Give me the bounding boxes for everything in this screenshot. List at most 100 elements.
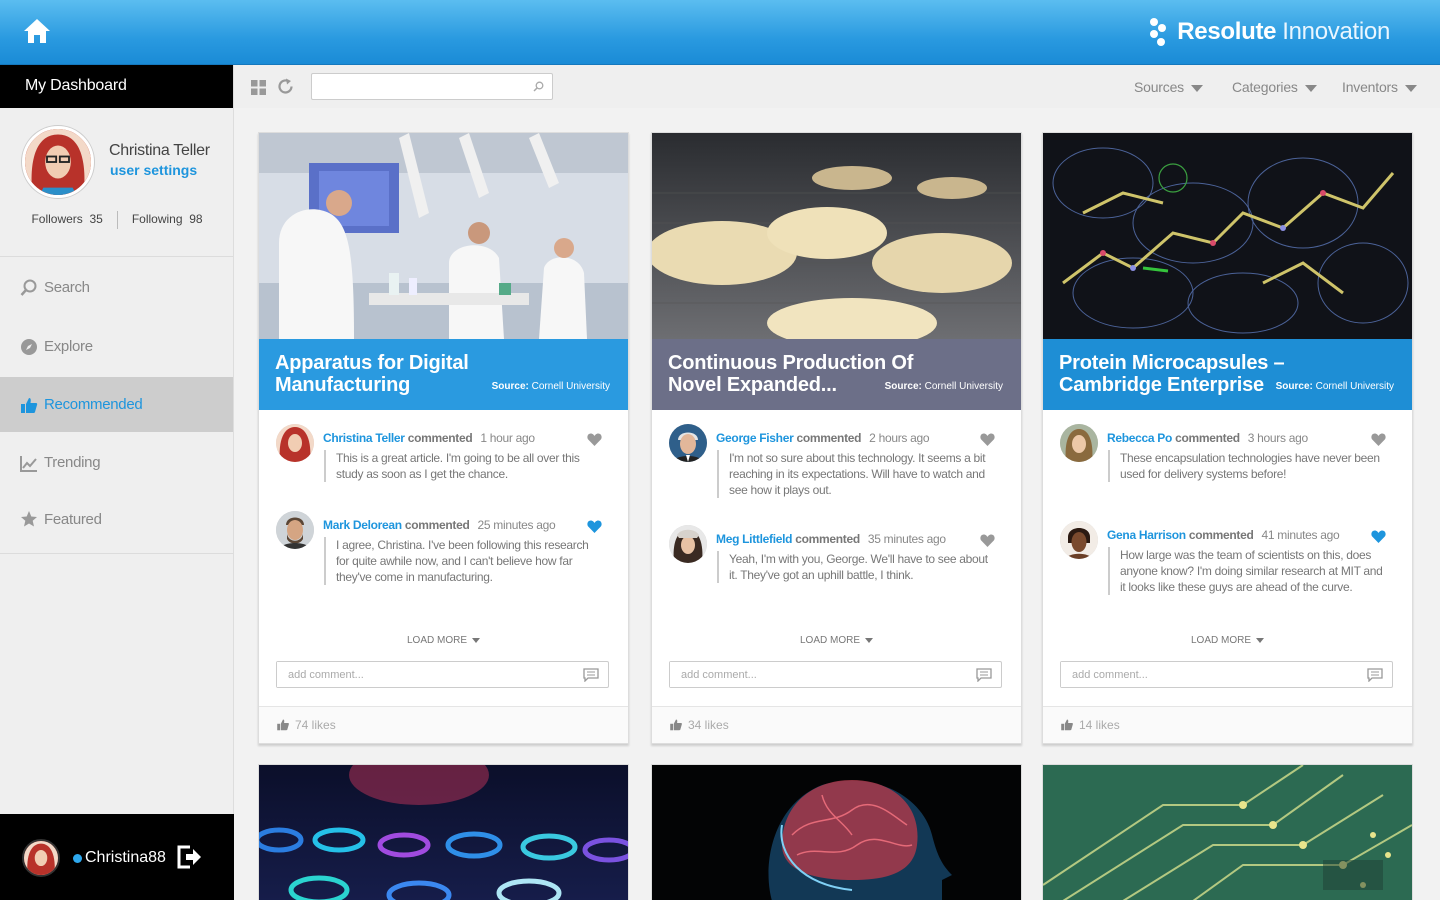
sidebar-item-trending[interactable]: Trending xyxy=(0,432,233,493)
caret-down-icon xyxy=(472,637,480,643)
commenter-avatar[interactable] xyxy=(669,424,707,462)
likes-bar: 14 likes xyxy=(1043,706,1412,743)
add-comment-input[interactable] xyxy=(1061,662,1351,687)
thumbs-up-icon[interactable] xyxy=(669,718,683,731)
sidebar-item-search[interactable]: Search xyxy=(0,259,233,316)
source-label: Source: xyxy=(491,381,529,392)
source-name: Cornell University xyxy=(924,381,1003,392)
comment-verb: commented xyxy=(1188,528,1254,542)
article-image[interactable] xyxy=(652,133,1021,339)
search-input[interactable] xyxy=(312,74,522,99)
article-title[interactable]: Protein Microcapsules – Cambridge Enterp… xyxy=(1059,352,1289,396)
user-settings-link[interactable]: user settings xyxy=(110,162,197,178)
commenter-avatar[interactable] xyxy=(669,525,707,563)
article-image[interactable] xyxy=(259,765,628,900)
commenter-name[interactable]: Gena Harrison xyxy=(1107,528,1186,542)
likes-bar: 74 likes xyxy=(259,706,628,743)
commenter-name[interactable]: Mark Delorean xyxy=(323,518,402,532)
heart-icon[interactable] xyxy=(980,534,995,547)
article-image[interactable] xyxy=(1043,133,1412,339)
dropdown-label: Categories xyxy=(1232,79,1298,95)
comment-bubble-icon[interactable] xyxy=(583,668,599,682)
comment-header: Meg Littlefield commented 35 minutes ago xyxy=(716,532,946,546)
heart-icon[interactable] xyxy=(587,520,602,533)
comment-verb: commented xyxy=(407,431,473,445)
commenter-name[interactable]: Meg Littlefield xyxy=(716,532,792,546)
commenter-avatar[interactable] xyxy=(276,511,314,549)
logout-icon[interactable] xyxy=(176,845,202,869)
load-more-button[interactable]: LOAD MORE xyxy=(259,635,628,646)
thumbs-up-icon[interactable] xyxy=(1060,718,1074,731)
following-label: Following xyxy=(131,212,183,226)
article-title-bar[interactable]: Protein Microcapsules – Cambridge Enterp… xyxy=(1043,339,1412,410)
caret-down-icon xyxy=(1190,84,1203,92)
comment-bubble-icon[interactable] xyxy=(1367,668,1383,682)
search-icon xyxy=(20,279,37,296)
current-user-bar: Christina88 xyxy=(0,814,234,900)
article-card: Continuous Production Of Novel Expanded.… xyxy=(651,132,1022,744)
inventors-dropdown[interactable]: Inventors xyxy=(1342,79,1417,95)
commenter-avatar[interactable] xyxy=(276,424,314,462)
sources-dropdown[interactable]: Sources xyxy=(1134,79,1203,95)
article-source: Source: Cornell University xyxy=(885,381,1003,392)
sidebar-nav: Search Explore Recommended Trending Feat… xyxy=(0,257,233,554)
commenter-name[interactable]: George Fisher xyxy=(716,431,794,445)
heart-icon[interactable] xyxy=(1371,433,1386,446)
search-icon[interactable] xyxy=(533,81,544,92)
heart-icon[interactable] xyxy=(1371,530,1386,543)
heart-icon[interactable] xyxy=(587,433,602,446)
following-stat[interactable]: Following 98 xyxy=(118,212,217,229)
heart-icon[interactable] xyxy=(980,433,995,446)
add-comment-box xyxy=(669,661,1002,688)
comment-bubble-icon[interactable] xyxy=(976,668,992,682)
article-title[interactable]: Apparatus for Digital Manufacturing xyxy=(275,352,505,396)
avatar[interactable] xyxy=(22,126,94,198)
add-comment-box xyxy=(276,661,609,688)
sidebar-item-featured[interactable]: Featured xyxy=(0,493,233,545)
article-card: Protein Microcapsules – Cambridge Enterp… xyxy=(1042,132,1413,744)
categories-dropdown[interactable]: Categories xyxy=(1232,79,1317,95)
top-header: Resolute Innovation xyxy=(0,0,1440,65)
commenter-name[interactable]: Rebecca Po xyxy=(1107,431,1172,445)
dropdown-label: Sources xyxy=(1134,79,1184,95)
load-more-button[interactable]: LOAD MORE xyxy=(652,635,1021,646)
home-icon[interactable] xyxy=(22,16,52,46)
followers-label: Followers xyxy=(31,212,83,226)
molecule-logo-icon xyxy=(1150,18,1167,46)
commenter-name[interactable]: Christina Teller xyxy=(323,431,405,445)
sidebar-item-label: Recommended xyxy=(44,396,143,413)
article-card xyxy=(651,764,1022,900)
load-more-button[interactable]: LOAD MORE xyxy=(1043,635,1412,646)
sidebar-item-recommended[interactable]: Recommended xyxy=(0,377,233,432)
article-image[interactable] xyxy=(259,133,628,339)
thumbs-up-icon[interactable] xyxy=(276,718,290,731)
toolbar: Sources Categories Inventors xyxy=(234,65,1440,108)
comment-time: 41 minutes ago xyxy=(1261,528,1340,542)
commenter-avatar[interactable] xyxy=(1060,424,1098,462)
add-comment-input[interactable] xyxy=(670,662,960,687)
dashboard-title: My Dashboard xyxy=(0,65,233,108)
comment-time: 1 hour ago xyxy=(480,431,535,445)
comment-time: 3 hours ago xyxy=(1247,431,1308,445)
commenter-avatar[interactable] xyxy=(1060,521,1098,559)
grid-view-icon[interactable] xyxy=(251,80,266,95)
sidebar-item-explore[interactable]: Explore xyxy=(0,316,233,377)
comment-verb: commented xyxy=(404,518,470,532)
followers-stat[interactable]: Followers 35 xyxy=(17,212,116,229)
profile-panel: Christina Teller user settings Followers… xyxy=(0,108,233,257)
brand-logo[interactable]: Resolute Innovation xyxy=(1149,14,1390,50)
refresh-icon[interactable] xyxy=(277,78,294,95)
article-image[interactable] xyxy=(1043,765,1412,900)
profile-name: Christina Teller xyxy=(109,142,210,159)
following-count: 98 xyxy=(189,212,203,226)
article-image[interactable] xyxy=(652,765,1021,900)
comment-header: Gena Harrison commented 41 minutes ago xyxy=(1107,528,1340,542)
load-more-label: LOAD MORE xyxy=(799,635,860,646)
article-title-bar[interactable]: Continuous Production Of Novel Expanded.… xyxy=(652,339,1021,410)
add-comment-box xyxy=(1060,661,1393,688)
article-title-bar[interactable]: Apparatus for Digital Manufacturing Sour… xyxy=(259,339,628,410)
add-comment-input[interactable] xyxy=(277,662,567,687)
comment-text: This is a great article. I'm going to be… xyxy=(324,450,604,482)
load-more-label: LOAD MORE xyxy=(406,635,467,646)
user-avatar[interactable] xyxy=(22,839,60,877)
